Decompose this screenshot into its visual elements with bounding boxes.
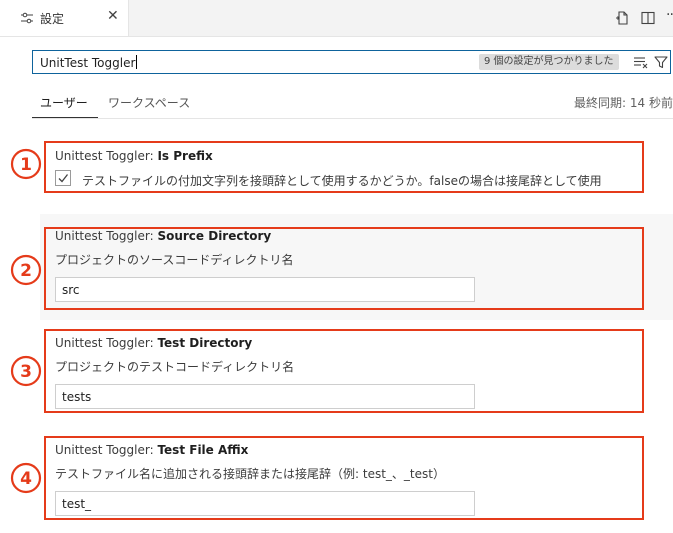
more-actions-icon[interactable]: ··	[666, 7, 673, 23]
text-caret	[136, 55, 138, 69]
settings-tab[interactable]: 設定 ✕	[0, 0, 129, 36]
setting-description: テストファイルの付加文字列を接頭辞として使用するかどうか。falseの場合は接尾…	[82, 174, 602, 188]
annotation-number-text: 1	[20, 155, 32, 175]
test-file-affix-input[interactable]: test_	[55, 491, 475, 516]
check-icon	[58, 174, 69, 183]
tab-user[interactable]: ユーザー	[40, 94, 88, 111]
split-editor-icon[interactable]	[640, 10, 656, 26]
search-value: UnitTest Toggler	[40, 56, 136, 70]
setting-title-source-directory: Unittest Toggler: Source Directory	[55, 229, 271, 243]
setting-category: Unittest Toggler:	[55, 149, 158, 163]
setting-name: Source Directory	[157, 229, 272, 243]
setting-category: Unittest Toggler:	[55, 443, 158, 457]
annotation-number-3: 3	[10, 355, 42, 387]
setting-category: Unittest Toggler:	[55, 336, 158, 350]
editor-tab-bar: 設定 ✕ ··	[0, 0, 673, 37]
annotation-number-4: 4	[10, 462, 42, 494]
setting-name: Is Prefix	[157, 149, 213, 163]
input-value: src	[62, 283, 80, 297]
clear-filter-icon[interactable]	[633, 55, 649, 69]
close-icon[interactable]: ✕	[107, 9, 119, 23]
last-sync-status: 最終同期: 14 秒前	[574, 96, 673, 110]
setting-description: プロジェクトのテストコードディレクトリ名	[55, 360, 295, 374]
input-value: test_	[62, 497, 92, 511]
setting-description: テストファイル名に追加される接頭辞または接尾辞（例: test_、_test）	[55, 467, 445, 481]
setting-name: Test Directory	[157, 336, 253, 350]
annotation-number-1: 1	[10, 148, 42, 180]
divider	[32, 118, 673, 119]
settings-sliders-icon	[21, 12, 33, 24]
filter-icon[interactable]	[653, 54, 669, 70]
annotation-number-text: 3	[20, 362, 32, 382]
annotation-number-2: 2	[10, 254, 42, 286]
setting-title-is-prefix: Unittest Toggler: Is Prefix	[55, 149, 213, 163]
setting-name: Test File Affix	[157, 443, 249, 457]
input-value: tests	[62, 390, 92, 404]
settings-search-input[interactable]: UnitTest Toggler 9 個の設定が見つかりました	[32, 50, 671, 74]
result-count-badge: 9 個の設定が見つかりました	[479, 54, 619, 70]
setting-title-test-directory: Unittest Toggler: Test Directory	[55, 336, 252, 350]
tab-workspace[interactable]: ワークスペース	[108, 94, 190, 111]
is-prefix-checkbox[interactable]	[55, 170, 71, 186]
annotation-number-text: 4	[20, 469, 32, 489]
setting-title-test-file-affix: Unittest Toggler: Test File Affix	[55, 443, 248, 457]
open-settings-json-icon[interactable]	[614, 10, 630, 26]
test-directory-input[interactable]: tests	[55, 384, 475, 409]
source-directory-input[interactable]: src	[55, 277, 475, 302]
setting-description: プロジェクトのソースコードディレクトリ名	[55, 253, 294, 267]
tab-title: 設定	[40, 12, 65, 26]
annotation-number-text: 2	[20, 261, 32, 281]
setting-category: Unittest Toggler:	[55, 229, 158, 243]
